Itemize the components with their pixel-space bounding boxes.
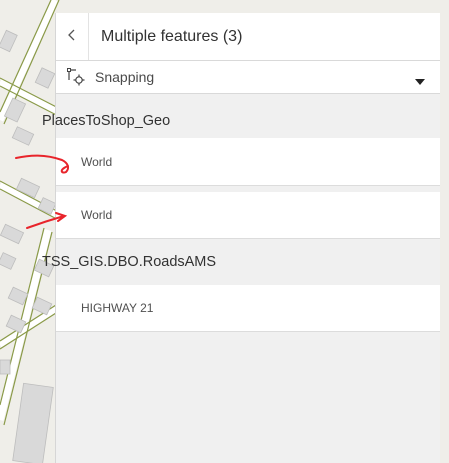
snapping-label: Snapping bbox=[95, 69, 155, 85]
snapping-icon bbox=[66, 67, 86, 87]
layer-group-title: TSS_GIS.DBO.RoadsAMS bbox=[42, 254, 217, 270]
feature-item[interactable]: World bbox=[56, 138, 440, 186]
features-panel: Multiple features (3) Snapping PlacesToS… bbox=[42, 13, 440, 463]
caret-down-icon[interactable] bbox=[414, 73, 426, 91]
feature-item[interactable]: World bbox=[56, 192, 440, 239]
chevron-left-icon bbox=[67, 28, 77, 46]
panel-title: Multiple features (3) bbox=[101, 27, 243, 45]
back-button[interactable] bbox=[56, 13, 89, 60]
layer-group-title: PlacesToShop_Geo bbox=[42, 113, 171, 129]
snapping-toggle[interactable]: Snapping bbox=[56, 61, 440, 94]
feature-item[interactable]: HIGHWAY 21 bbox=[56, 285, 440, 332]
panel-header: Multiple features (3) bbox=[56, 13, 440, 61]
